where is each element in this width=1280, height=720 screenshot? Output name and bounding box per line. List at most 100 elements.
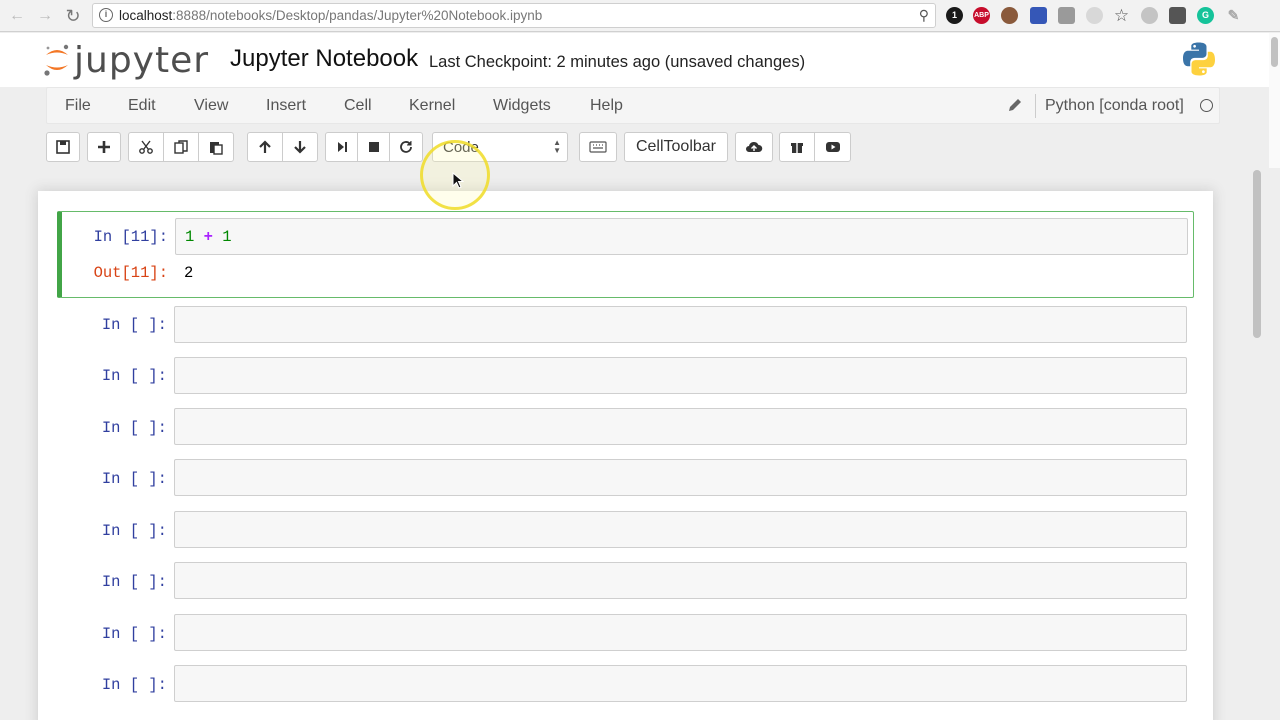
grammarly-icon[interactable]: G [1197,7,1214,24]
menubar: File Edit View Insert Cell Kernel Widget… [46,87,1220,124]
refresh-icon [400,141,412,153]
jupyter-ring-icon [44,44,69,76]
info-icon[interactable]: i [99,8,113,22]
menu-help[interactable]: Help [590,97,623,115]
mouse-pointer-icon [452,172,464,189]
save-group [46,132,80,162]
kernel-name[interactable]: Python [conda root] [1045,97,1184,115]
command-palette-button[interactable] [579,132,617,162]
star-icon[interactable]: ☆ [1113,7,1130,24]
slideshow-button[interactable] [814,132,851,162]
input-prompt: In [11]: [93,228,168,246]
notebook-name[interactable]: Jupyter Notebook [230,45,418,73]
browser-toolbar: ← → ↻ i localhost:8888/notebooks/Desktop… [0,0,1280,32]
kernel-idle-indicator-icon [1200,99,1213,112]
code-input[interactable] [174,306,1187,343]
notebook-container: In [11]: 1 + 1 Out[11]: 2 In [ ]: In [ ]… [38,191,1213,720]
url-text[interactable]: localhost:8888/notebooks/Desktop/pandas/… [119,8,542,23]
code-input[interactable] [174,357,1187,394]
menu-edit[interactable]: Edit [128,97,156,115]
code-operator: + [203,228,213,246]
output-prompt: Out[11]: [93,264,168,282]
input-prompt: In [ ]: [101,625,167,643]
code-cell[interactable]: In [ ]: [57,303,1194,347]
step-forward-icon [337,142,347,152]
zoom-icon[interactable]: ⚲ [919,7,929,24]
extension-icon[interactable] [1058,7,1075,24]
code-input[interactable] [174,614,1187,651]
notebook-header: jupyter Jupyter Notebook Last Checkpoint… [0,33,1280,87]
copy-button[interactable] [163,132,199,162]
pencil-icon[interactable] [1007,97,1023,113]
extension-icon[interactable] [1030,7,1047,24]
insert-group [87,132,121,162]
back-arrow-icon[interactable]: ← [6,5,28,27]
youtube-play-icon [825,142,840,152]
menu-grid-icon[interactable] [1169,7,1186,24]
menu-view[interactable]: View [194,97,228,115]
glasses-icon[interactable] [1141,7,1158,24]
edit-group [128,132,234,162]
gift-button[interactable] [779,132,815,162]
jupyter-logo[interactable]: jupyter [43,39,213,83]
move-down-button[interactable] [282,132,318,162]
scissors-icon [139,140,153,154]
celltoolbar-button[interactable]: CellToolbar [624,132,728,162]
code-cell[interactable]: In [ ]: [57,406,1194,450]
code-cell[interactable]: In [ ]: [57,509,1194,553]
page-scrollbar-thumb[interactable] [1271,37,1278,67]
pen-icon[interactable]: ✎ [1225,7,1242,24]
code-input[interactable] [174,511,1187,548]
interrupt-button[interactable] [357,132,390,162]
arrow-down-icon [294,141,306,154]
jupyter-logo-text: jupyter [74,40,210,81]
input-prompt: In [ ]: [101,676,167,694]
code-input[interactable]: 1 + 1 [175,218,1188,255]
forward-arrow-icon[interactable]: → [34,5,56,27]
input-prompt: In [ ]: [101,470,167,488]
menu-widgets[interactable]: Widgets [493,97,551,115]
insert-cell-button[interactable] [87,132,121,162]
upload-button[interactable] [735,132,773,162]
input-prompt: In [ ]: [101,522,167,540]
upload-group [735,132,773,162]
restart-button[interactable] [389,132,423,162]
code-cell-selected[interactable]: In [11]: 1 + 1 Out[11]: 2 [57,211,1194,298]
url-host: localhost [119,8,173,23]
run-button[interactable] [325,132,358,162]
menu-insert[interactable]: Insert [266,97,306,115]
reload-icon[interactable]: ↻ [62,5,84,27]
code-input[interactable] [174,408,1187,445]
code-cell[interactable]: In [ ]: [57,354,1194,398]
input-prompt: In [ ]: [101,573,167,591]
code-input[interactable] [174,459,1187,496]
menu-file[interactable]: File [65,97,91,115]
code-cell[interactable]: In [ ]: [57,612,1194,656]
code-input[interactable] [174,562,1187,599]
code-cell[interactable]: In [ ]: [57,663,1194,707]
input-prompt: In [ ]: [101,367,167,385]
input-prompt: In [ ]: [101,316,167,334]
move-group [247,132,318,162]
code-input[interactable] [174,665,1187,702]
notebook-scrollbar-thumb[interactable] [1253,170,1261,338]
address-bar[interactable]: i localhost:8888/notebooks/Desktop/panda… [92,3,936,28]
notebook-scrollbar[interactable] [1250,168,1264,720]
code-cell[interactable]: In [ ]: [57,457,1194,501]
menu-kernel[interactable]: Kernel [409,97,455,115]
profile-icon[interactable] [1001,7,1018,24]
page-scrollbar[interactable] [1269,33,1280,168]
menu-cell[interactable]: Cell [344,97,372,115]
cloud-upload-icon [746,141,763,152]
code-cell[interactable]: In [ ]: [57,560,1194,604]
select-arrows-icon: ▲ ▼ [553,138,561,155]
clipboard-icon [210,142,223,155]
cloud-icon[interactable] [1086,7,1103,24]
save-button[interactable] [46,132,80,162]
1password-icon[interactable]: 1 [946,7,963,24]
cut-button[interactable] [128,132,164,162]
paste-button[interactable] [198,132,234,162]
code-token: 1 [222,228,232,246]
adblock-icon[interactable]: ABP [973,7,990,24]
move-up-button[interactable] [247,132,283,162]
